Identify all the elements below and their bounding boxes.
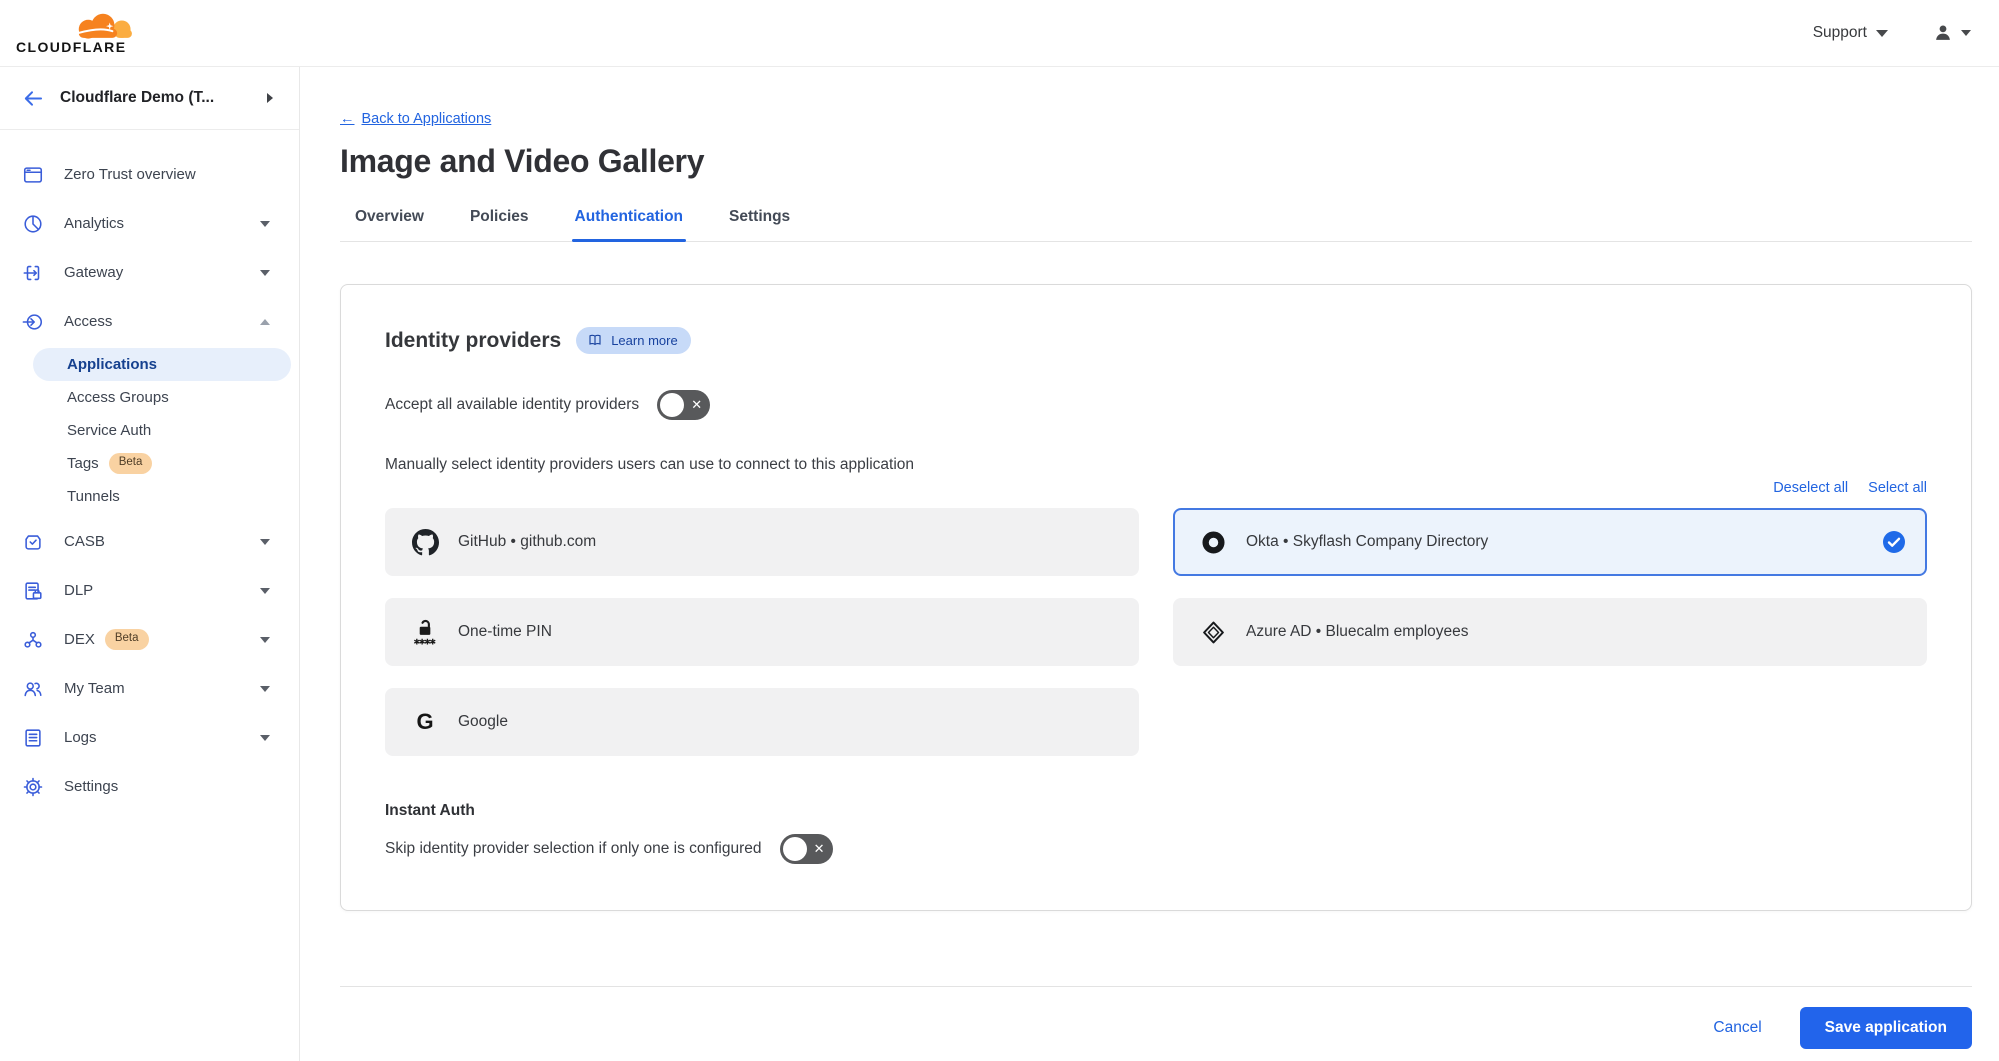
cancel-button[interactable]: Cancel	[1713, 1019, 1761, 1037]
azure-ad-icon	[1199, 620, 1227, 645]
provider-name: GitHub • github.com	[458, 533, 596, 551]
brand-wordmark: CLOUDFLARE	[16, 39, 142, 55]
back-arrow-icon[interactable]	[22, 89, 43, 108]
github-icon	[411, 529, 439, 556]
tab-settings[interactable]: Settings	[729, 208, 790, 241]
chevron-down-icon	[260, 221, 270, 227]
manual-select-text: Manually select identity providers users…	[385, 456, 1927, 474]
provider-tile-okta[interactable]: Okta • Skyflash Company Directory	[1173, 508, 1927, 576]
analytics-icon	[21, 213, 45, 235]
cloudflare-cloud-icon	[68, 11, 142, 42]
access-submenu: Applications Access Groups Service Auth …	[0, 346, 299, 517]
book-icon	[587, 332, 603, 348]
provider-name: Azure AD • Bluecalm employees	[1246, 623, 1469, 641]
learn-more-badge[interactable]: Learn more	[576, 327, 690, 354]
my-team-icon	[21, 678, 45, 700]
provider-name: One-time PIN	[458, 623, 552, 641]
chevron-down-icon	[260, 735, 270, 741]
beta-badge: Beta	[105, 629, 149, 650]
chevron-down-icon	[1961, 30, 1971, 36]
selected-check-icon	[1883, 531, 1905, 553]
toggle-off-icon: ✕	[814, 841, 825, 857]
identity-providers-card: Identity providers Learn more Accept all…	[340, 284, 1972, 911]
footer-actions: Cancel Save application	[340, 986, 1972, 1049]
chevron-down-icon	[260, 539, 270, 545]
sidebar: Cloudflare Demo (T... Zero Trust overvie…	[0, 67, 300, 1061]
sidebar-item-casb[interactable]: CASB	[0, 517, 299, 566]
sidebar-item-applications[interactable]: Applications	[33, 348, 291, 381]
sidebar-item-gateway[interactable]: Gateway	[0, 248, 299, 297]
accept-all-label: Accept all available identity providers	[385, 396, 639, 414]
sidebar-item-service-auth[interactable]: Service Auth	[33, 414, 291, 447]
logs-icon	[21, 727, 45, 749]
tab-policies[interactable]: Policies	[470, 208, 529, 241]
provider-tile-github[interactable]: GitHub • github.com	[385, 508, 1139, 576]
sidebar-item-zero-trust-overview[interactable]: Zero Trust overview	[0, 150, 299, 199]
providers-grid: GitHub • github.com Okta • Skyflash Comp…	[385, 508, 1927, 756]
user-icon	[1932, 22, 1954, 44]
chevron-down-icon	[260, 270, 270, 276]
back-arrow-glyph: ←	[340, 111, 355, 127]
tab-overview[interactable]: Overview	[355, 208, 424, 241]
gateway-icon	[21, 262, 45, 284]
chevron-up-icon	[260, 319, 270, 325]
sidebar-item-analytics[interactable]: Analytics	[0, 199, 299, 248]
account-switcher[interactable]: Cloudflare Demo (T...	[0, 67, 299, 130]
provider-name: Google	[458, 713, 508, 731]
sidebar-item-access[interactable]: Access	[0, 297, 299, 346]
select-all-link[interactable]: Select all	[1868, 480, 1927, 496]
sidebar-item-tunnels[interactable]: Tunnels	[33, 480, 291, 513]
casb-icon	[21, 531, 45, 553]
sidebar-nav: Zero Trust overview Analytics Gateway	[0, 130, 299, 811]
save-application-button[interactable]: Save application	[1800, 1007, 1972, 1049]
provider-tile-google[interactable]: G Google	[385, 688, 1139, 756]
tab-authentication[interactable]: Authentication	[575, 208, 684, 241]
sidebar-item-logs[interactable]: Logs	[0, 713, 299, 762]
account-name: Cloudflare Demo (T...	[60, 89, 214, 107]
toggle-off-icon: ✕	[691, 397, 702, 413]
provider-tile-one-time-pin[interactable]: One-time PIN	[385, 598, 1139, 666]
deselect-all-link[interactable]: Deselect all	[1773, 480, 1848, 496]
tab-bar: Overview Policies Authentication Setting…	[340, 208, 1972, 242]
dlp-icon	[21, 580, 45, 602]
beta-badge: Beta	[109, 453, 153, 474]
back-to-applications-link[interactable]: ← Back to Applications	[340, 111, 491, 127]
zero-trust-overview-icon	[21, 164, 45, 186]
provider-name: Okta • Skyflash Company Directory	[1246, 533, 1488, 551]
support-label: Support	[1813, 24, 1867, 42]
google-icon: G	[411, 709, 439, 735]
sidebar-item-settings[interactable]: Settings	[0, 762, 299, 811]
accept-all-toggle[interactable]: ✕	[657, 390, 710, 420]
dex-icon	[21, 629, 45, 651]
main-content: ← Back to Applications Image and Video G…	[300, 67, 1999, 1061]
card-heading: Identity providers	[385, 329, 561, 353]
one-time-pin-icon	[411, 618, 439, 647]
sidebar-item-my-team[interactable]: My Team	[0, 664, 299, 713]
instant-auth-heading: Instant Auth	[385, 802, 1927, 820]
chevron-down-icon	[1876, 30, 1888, 37]
provider-tile-azure-ad[interactable]: Azure AD • Bluecalm employees	[1173, 598, 1927, 666]
settings-icon	[21, 776, 45, 798]
toggle-knob	[783, 837, 807, 861]
instant-auth-label: Skip identity provider selection if only…	[385, 840, 762, 858]
topbar: CLOUDFLARE Support	[0, 0, 1999, 67]
user-menu[interactable]	[1932, 22, 1971, 44]
instant-auth-toggle[interactable]: ✕	[780, 834, 833, 864]
sidebar-item-access-groups[interactable]: Access Groups	[33, 381, 291, 414]
access-icon	[21, 311, 45, 333]
sidebar-item-tags[interactable]: Tags Beta	[33, 447, 291, 480]
support-menu[interactable]: Support	[1813, 24, 1888, 42]
cloudflare-logo[interactable]: CLOUDFLARE	[16, 11, 142, 55]
okta-icon	[1199, 529, 1227, 556]
sidebar-item-dex[interactable]: DEX Beta	[0, 615, 299, 664]
sidebar-item-dlp[interactable]: DLP	[0, 566, 299, 615]
chevron-down-icon	[260, 686, 270, 692]
chevron-down-icon	[260, 588, 270, 594]
page-title: Image and Video Gallery	[340, 143, 1972, 180]
chevron-down-icon	[260, 637, 270, 643]
toggle-knob	[660, 393, 684, 417]
chevron-right-icon[interactable]	[267, 93, 273, 103]
